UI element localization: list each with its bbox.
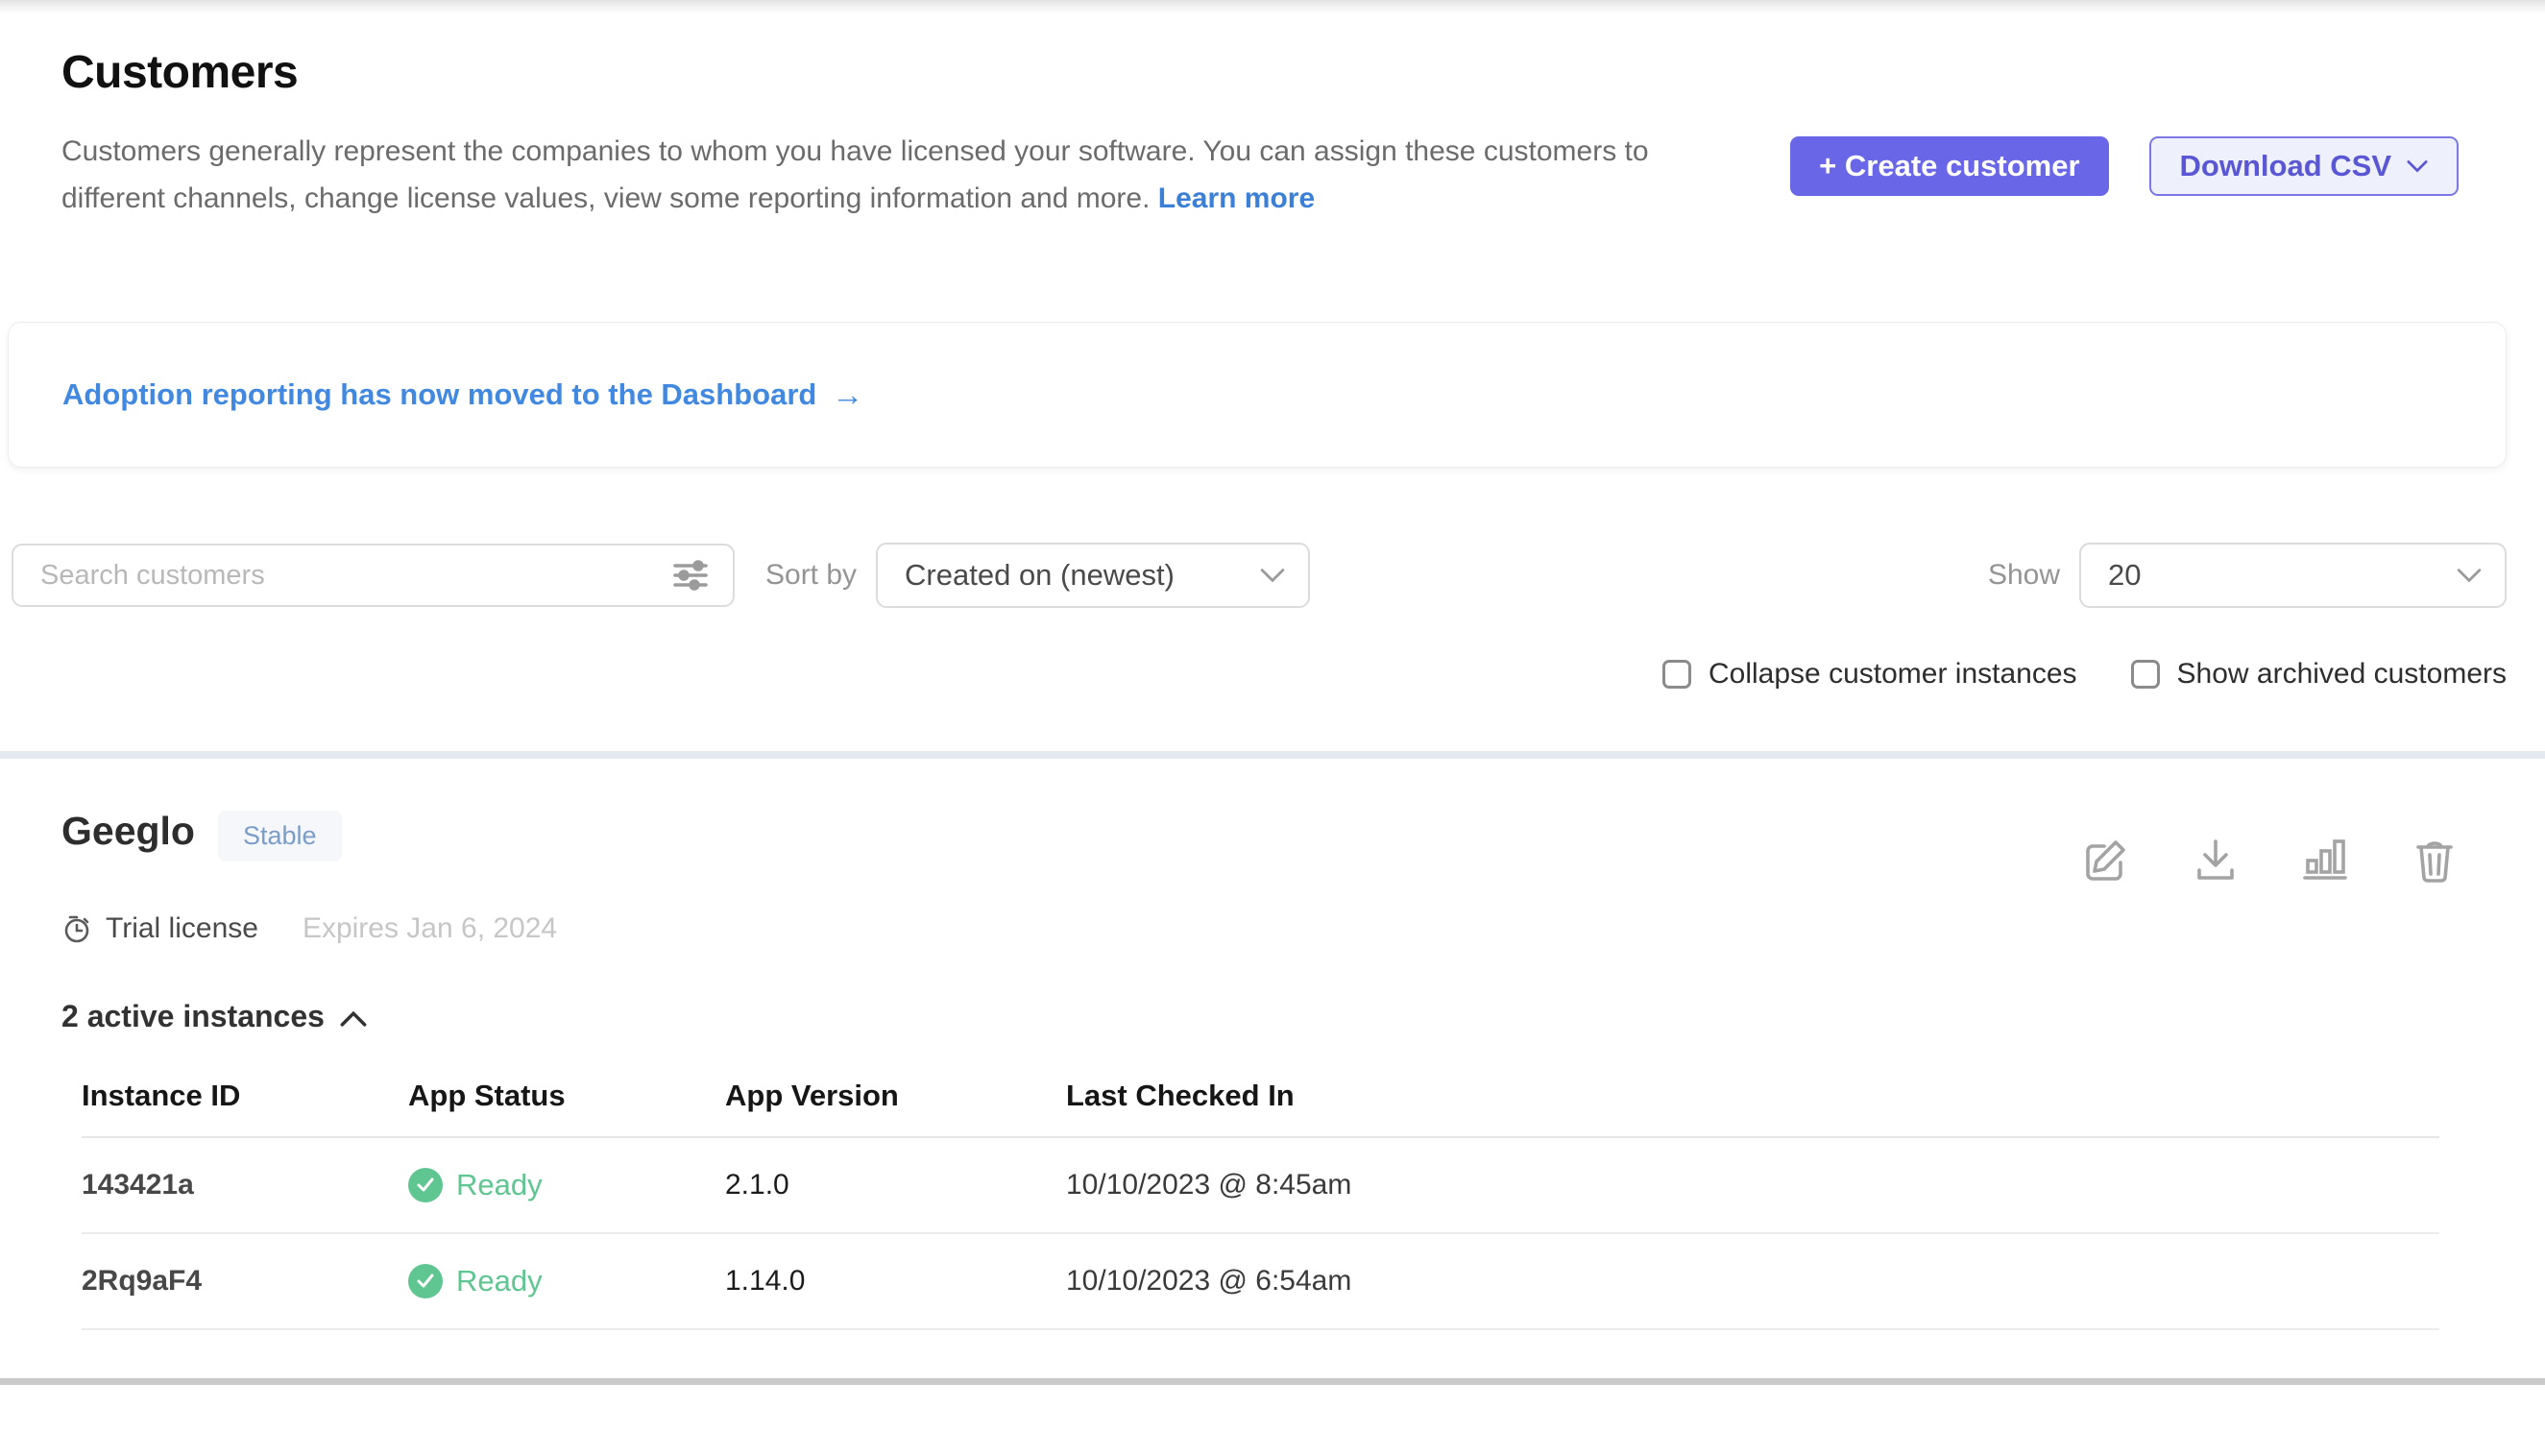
col-header-last-checked-in: Last Checked In	[1066, 1079, 2439, 1113]
check-circle-icon	[408, 1168, 443, 1202]
download-csv-label: Download CSV	[2180, 149, 2391, 183]
customer-name[interactable]: Geeglo	[61, 809, 195, 854]
show-archived-option[interactable]: Show archived customers	[2131, 658, 2507, 691]
instances-table: Instance ID App Status App Version Last …	[82, 1059, 2439, 1330]
section-divider	[0, 751, 2545, 759]
learn-more-link[interactable]: Learn more	[1158, 182, 1315, 214]
create-customer-button[interactable]: + Create customer	[1790, 136, 2108, 196]
view-options-row: Collapse customer instances Show archive…	[0, 658, 2545, 691]
banner-link-text[interactable]: Adoption reporting has now moved to the …	[62, 377, 816, 412]
stopwatch-icon	[61, 913, 92, 944]
sort-by-label: Sort by	[765, 559, 857, 592]
chevron-up-icon	[340, 1010, 367, 1028]
adoption-reporting-banner[interactable]: Adoption reporting has now moved to the …	[8, 322, 2507, 468]
show-count-select[interactable]: 20	[2079, 543, 2507, 608]
page-header: Customers Customers generally represent …	[0, 13, 2545, 222]
page-description: Customers generally represent the compan…	[61, 128, 1675, 222]
app-status: Ready	[408, 1264, 725, 1298]
license-expiry: Expires Jan 6, 2024	[303, 912, 557, 945]
top-shadow	[0, 0, 2545, 13]
table-row: 2Rq9aF4 Ready 1.14.0 10/10/2023 @ 6:54am	[82, 1234, 2439, 1330]
chevron-down-icon	[1260, 568, 1285, 583]
search-input[interactable]	[40, 560, 669, 592]
app-version: 2.1.0	[725, 1169, 1066, 1201]
col-header-app-status: App Status	[408, 1079, 725, 1113]
chevron-down-icon	[2407, 159, 2428, 173]
license-type: Trial license	[106, 912, 258, 945]
channel-badge: Stable	[218, 811, 342, 861]
page-description-text: Customers generally represent the compan…	[61, 135, 1649, 214]
app-status-text: Ready	[456, 1264, 543, 1298]
col-header-app-version: App Version	[725, 1079, 1066, 1113]
show-archived-label: Show archived customers	[2177, 658, 2507, 691]
filter-toolbar: Sort by Created on (newest) Show 20	[0, 543, 2545, 608]
sort-select-value: Created on (newest)	[905, 558, 1175, 593]
page-title: Customers	[61, 46, 1675, 99]
collapse-instances-label: Collapse customer instances	[1709, 658, 2077, 691]
show-archived-checkbox[interactable]	[2131, 660, 2160, 689]
download-csv-button[interactable]: Download CSV	[2149, 136, 2459, 196]
collapse-instances-option[interactable]: Collapse customer instances	[1662, 658, 2077, 691]
show-count-value: 20	[2108, 558, 2141, 593]
header-text-block: Customers Customers generally represent …	[61, 46, 1675, 222]
instance-id: 143421a	[82, 1169, 408, 1201]
chevron-down-icon	[2457, 568, 2482, 583]
app-status: Ready	[408, 1168, 725, 1202]
show-label: Show	[1988, 559, 2060, 592]
table-row: 143421a Ready 2.1.0 10/10/2023 @ 8:45am	[82, 1138, 2439, 1234]
instance-id: 2Rq9aF4	[82, 1265, 408, 1298]
instances-toggle[interactable]: 2 active instances	[61, 999, 2459, 1034]
arrow-right-icon: →	[832, 376, 863, 413]
table-header-row: Instance ID App Status App Version Last …	[82, 1059, 2439, 1138]
last-checked-in: 10/10/2023 @ 8:45am	[1066, 1169, 2439, 1201]
edit-icon[interactable]	[2082, 836, 2130, 884]
app-status-text: Ready	[456, 1168, 543, 1202]
header-actions: + Create customer Download CSV	[1790, 136, 2459, 222]
trash-icon[interactable]	[2411, 836, 2459, 884]
search-box	[12, 544, 735, 607]
col-header-instance-id: Instance ID	[82, 1079, 408, 1113]
download-icon[interactable]	[2192, 836, 2240, 884]
collapse-instances-checkbox[interactable]	[1662, 660, 1691, 689]
app-version: 1.14.0	[725, 1265, 1066, 1298]
bar-chart-icon[interactable]	[2301, 836, 2349, 884]
customer-actions	[2082, 836, 2459, 884]
instances-toggle-label: 2 active instances	[61, 999, 325, 1034]
check-circle-icon	[408, 1264, 443, 1298]
customer-header: Geeglo Stable	[61, 809, 2459, 884]
sliders-icon[interactable]	[669, 554, 712, 596]
license-row: Trial license Expires Jan 6, 2024	[61, 912, 2459, 945]
last-checked-in: 10/10/2023 @ 6:54am	[1066, 1265, 2439, 1298]
bottom-divider	[0, 1378, 2545, 1385]
customer-card: Geeglo Stable	[0, 809, 2545, 1330]
sort-select[interactable]: Created on (newest)	[876, 543, 1310, 608]
